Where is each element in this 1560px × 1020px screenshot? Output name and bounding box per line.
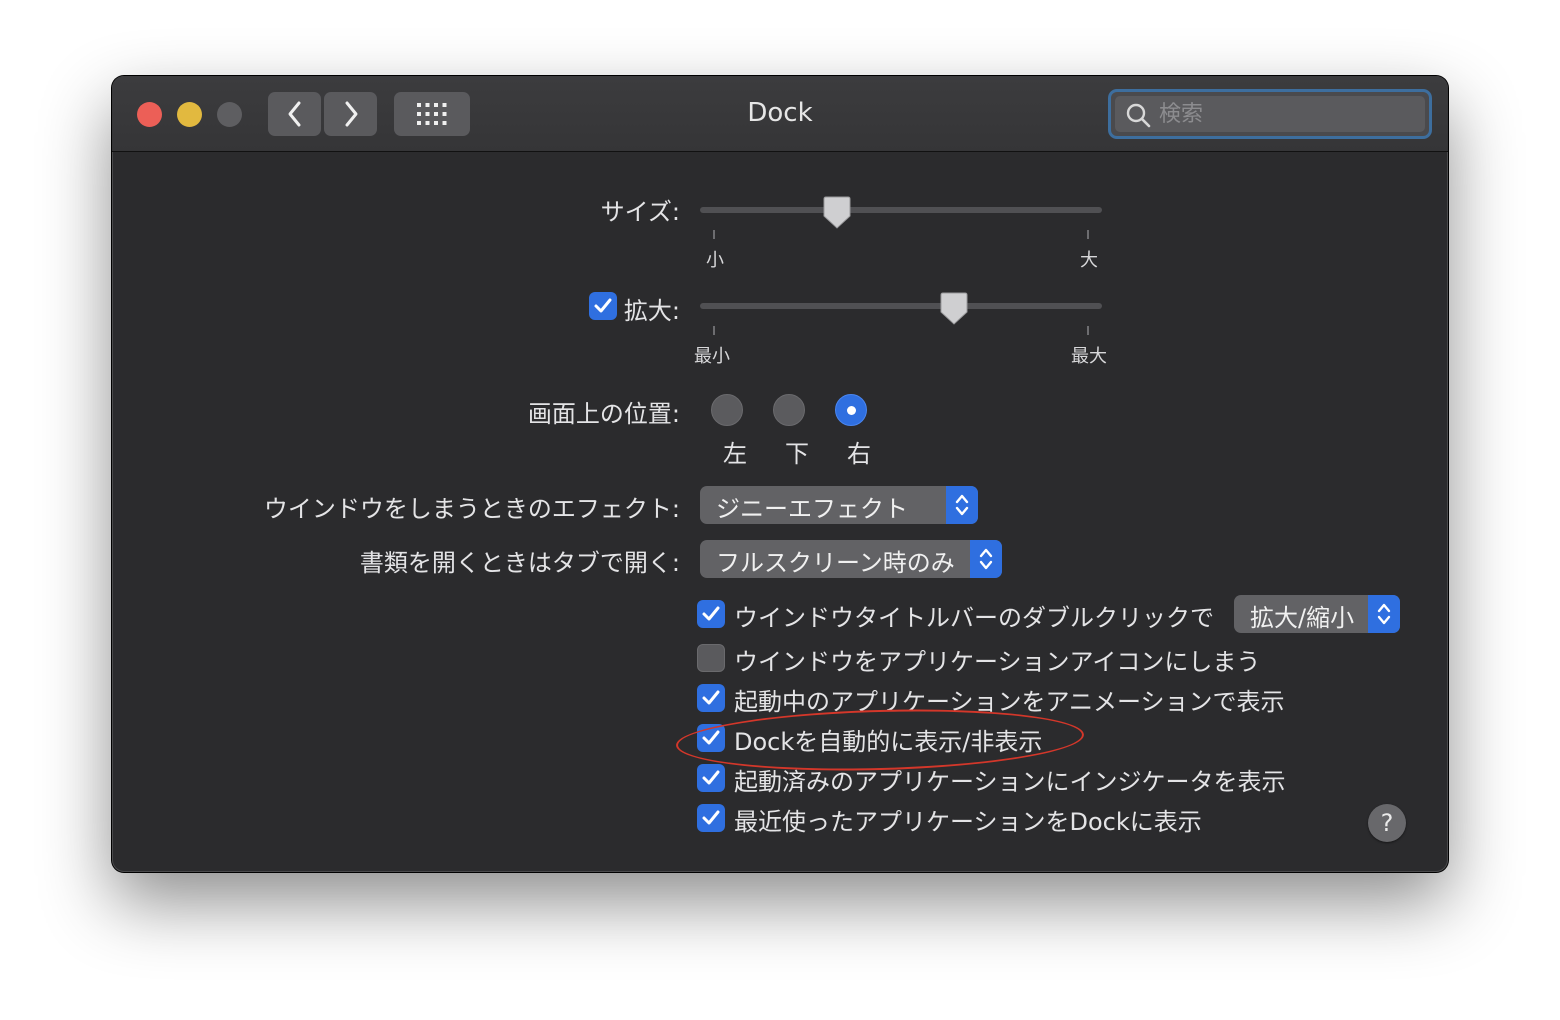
double-click-action-value: 拡大/縮小 [1250, 604, 1355, 632]
double-click-label: ウインドウタイトルバーのダブルクリックで [734, 604, 1214, 632]
position-bottom-radio[interactable] [773, 394, 805, 426]
size-slider-thumb[interactable] [822, 196, 852, 230]
position-label: 画面上の位置: [527, 400, 680, 428]
show-recent-apps-label: 最近使ったアプリケーションをDockに表示 [734, 808, 1202, 836]
tabs-preference-popup[interactable]: フルスクリーン時のみ [700, 540, 1002, 578]
magnification-slider-thumb[interactable] [939, 292, 969, 326]
checkmark-icon [594, 298, 612, 313]
position-right-radio[interactable] [835, 394, 867, 426]
updown-chevron-icon [1368, 595, 1400, 633]
position-bottom-label: 下 [785, 440, 809, 468]
titlebar: Dock [112, 76, 1448, 152]
updown-chevron-icon [946, 486, 978, 524]
minimize-into-icon-checkbox[interactable] [697, 644, 725, 672]
show-recent-apps-checkbox[interactable] [697, 804, 725, 832]
magnification-tick-min [713, 326, 715, 335]
position-left-label: 左 [723, 440, 747, 468]
magnification-min-label: 最小 [694, 346, 730, 367]
magnification-checkbox[interactable] [589, 292, 617, 320]
minimize-into-icon-label: ウインドウをアプリケーションアイコンにしまう [734, 648, 1261, 676]
double-click-action-popup[interactable]: 拡大/縮小 [1234, 595, 1400, 633]
help-button[interactable]: ? [1368, 804, 1406, 842]
checkmark-icon [702, 770, 720, 785]
animate-opening-checkbox[interactable] [697, 684, 725, 712]
updown-chevron-icon [970, 540, 1002, 578]
minimize-effect-label: ウインドウをしまうときのエフェクト: [263, 495, 680, 523]
minimize-effect-value: ジニーエフェクト [716, 495, 908, 523]
magnification-tick-max [1087, 326, 1089, 335]
tabs-preference-value: フルスクリーン時のみ [716, 549, 955, 577]
size-tick-min [713, 230, 715, 239]
minimize-effect-popup[interactable]: ジニーエフェクト [700, 486, 978, 524]
size-label: サイズ: [600, 198, 680, 226]
magnification-slider[interactable] [700, 303, 1102, 309]
tabs-preference-label: 書類を開くときはタブで開く: [359, 549, 680, 577]
checkmark-icon [702, 606, 720, 621]
magnification-max-label: 最大 [1071, 346, 1107, 367]
size-tick-max [1087, 230, 1089, 239]
double-click-checkbox[interactable] [697, 600, 725, 628]
position-right-label: 右 [847, 440, 871, 468]
checkmark-icon [702, 690, 720, 705]
animate-opening-label: 起動中のアプリケーションをアニメーションで表示 [734, 688, 1285, 716]
show-indicators-checkbox[interactable] [697, 764, 725, 792]
search-icon [1126, 103, 1151, 128]
magnification-label: 拡大: [623, 297, 680, 325]
size-slider[interactable] [700, 207, 1102, 213]
search-input[interactable] [1157, 98, 1411, 130]
search-field[interactable] [1108, 89, 1432, 139]
checkmark-icon [702, 810, 720, 825]
position-left-radio[interactable] [711, 394, 743, 426]
size-max-label: 大 [1080, 250, 1098, 271]
size-min-label: 小 [706, 250, 724, 271]
